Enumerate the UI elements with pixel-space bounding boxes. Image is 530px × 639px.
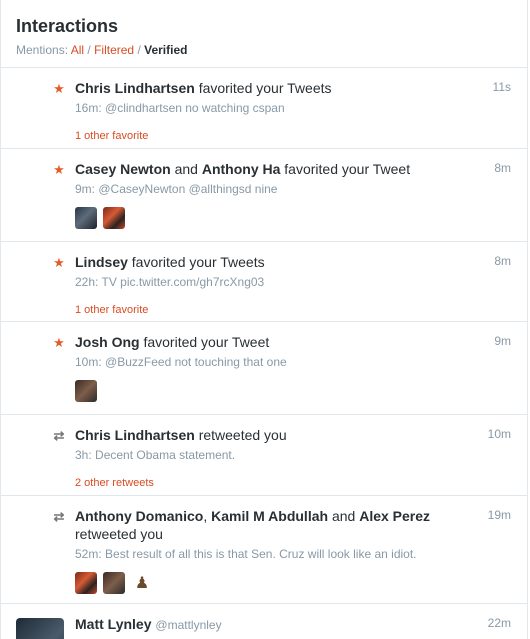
user-name-link[interactable]: Chris Lindhartsen <box>75 427 195 443</box>
timestamp[interactable]: 22m <box>488 616 511 630</box>
timestamp[interactable]: 8m <box>494 254 511 268</box>
timestamp[interactable]: 8m <box>494 161 511 175</box>
avatar[interactable] <box>16 618 64 639</box>
other-retweets-link[interactable]: 2 other retweets <box>75 477 511 489</box>
filter-separator: / <box>87 43 91 57</box>
tweet-time: 16m: <box>75 101 102 115</box>
interaction-headline: Lindsey favorited your Tweets <box>75 242 511 271</box>
other-favorites-link[interactable]: 1 other favorite <box>75 130 511 142</box>
interaction-action: retweeted you <box>75 526 163 542</box>
filter-separator: / <box>137 43 141 57</box>
user-name-link[interactable]: Anthony Ha <box>202 161 281 177</box>
tweet-time: 22h: <box>75 275 99 289</box>
user-name-link[interactable]: Chris Lindhartsen <box>75 80 195 96</box>
tweet-snippet[interactable]: 22h: TV pic.twitter.com/gh7rcXng03 <box>75 274 511 290</box>
tweet-text: Decent Obama statement. <box>95 448 236 462</box>
interaction-action: favorited your Tweets <box>131 254 265 270</box>
tweet-snippet[interactable]: 16m: @clindhartsen no watching cspan <box>75 100 511 116</box>
avatar[interactable]: ♟ <box>131 572 153 594</box>
user-name-link[interactable]: Lindsey <box>75 254 128 270</box>
user-name-link[interactable]: Josh Ong <box>75 334 140 350</box>
avatar[interactable] <box>103 207 125 229</box>
interaction-action: favorited your Tweets <box>198 80 332 96</box>
mentions-label: Mentions: <box>16 43 69 57</box>
avatar[interactable] <box>75 380 97 402</box>
page-title: Interactions <box>16 16 119 36</box>
tweet-time: 10m: <box>75 355 102 369</box>
tweet-snippet[interactable]: 3h: Decent Obama statement. <box>75 447 511 463</box>
name-joiner: and <box>331 508 356 524</box>
name-separator: , <box>203 508 208 524</box>
retweet-icon: ⇄ <box>53 428 65 443</box>
timestamp[interactable]: 11s <box>493 80 511 94</box>
timestamp[interactable]: 9m <box>494 334 511 348</box>
interaction-headline: Casey Newton and Anthony Ha favorited yo… <box>75 149 511 178</box>
interaction-headline: Anthony Domanico, Kamil M Abdullah and A… <box>75 496 511 543</box>
star-icon: ★ <box>53 81 65 96</box>
tweet-time: 9m: <box>75 182 96 196</box>
tweet-time: 52m: <box>75 547 102 561</box>
interaction-item[interactable]: ⇄ 19m Anthony Domanico, Kamil M Abdullah… <box>1 496 527 604</box>
user-name-link[interactable]: Anthony Domanico <box>75 508 203 524</box>
user-name-link[interactable]: Kamil M Abdullah <box>211 508 328 524</box>
mentions-filter: Mentions: All / Filtered / Verified <box>16 43 527 57</box>
filter-all-link[interactable]: All <box>71 43 84 57</box>
user-name-link[interactable]: Casey Newton <box>75 161 171 177</box>
tweet-text: @CaseyNewton @allthingsd nine <box>98 182 278 196</box>
interaction-item[interactable]: ★ 11s Chris Lindhartsen favorited your T… <box>1 68 527 149</box>
name-joiner: and <box>174 161 198 177</box>
avatar[interactable] <box>103 572 125 594</box>
avatar-row <box>75 380 511 402</box>
avatar-row: ♟ <box>75 572 511 594</box>
interaction-item[interactable]: ★ 9m Josh Ong favorited your Tweet 10m: … <box>1 322 527 415</box>
retweet-icon: ⇄ <box>53 509 65 524</box>
tweet-text: @clindhartsen no watching cspan <box>105 101 285 115</box>
avatar-row <box>75 207 511 229</box>
tweet-time: 3h: <box>75 448 92 462</box>
interaction-headline: Chris Lindhartsen favorited your Tweets <box>75 68 511 97</box>
other-favorites-link[interactable]: 1 other favorite <box>75 304 511 316</box>
timestamp[interactable]: 10m <box>488 427 511 441</box>
user-name-link[interactable]: Alex Perez <box>359 508 430 524</box>
tweet-header: Matt Lynley @mattlynley <box>75 604 511 634</box>
interaction-action: retweeted you <box>198 427 287 443</box>
interaction-item[interactable]: ⇄ 10m Chris Lindhartsen retweeted you 3h… <box>1 415 527 496</box>
filter-filtered-link[interactable]: Filtered <box>94 43 134 57</box>
avatar[interactable] <box>75 572 97 594</box>
tweet-item[interactable]: 22m Matt Lynley @mattlynley <box>1 604 527 639</box>
user-name-link[interactable]: Matt Lynley <box>75 616 152 632</box>
star-icon: ★ <box>53 255 65 270</box>
interaction-headline: Josh Ong favorited your Tweet <box>75 322 511 351</box>
timestamp[interactable]: 19m <box>488 508 511 522</box>
interaction-action: favorited your Tweet <box>284 161 411 177</box>
user-handle[interactable]: @mattlynley <box>155 618 221 632</box>
tweet-text: @BuzzFeed not touching that one <box>105 355 287 369</box>
avatar[interactable] <box>75 207 97 229</box>
tweet-text: TV pic.twitter.com/gh7rcXng03 <box>101 275 265 289</box>
tweet-snippet[interactable]: 52m: Best result of all this is that Sen… <box>75 546 511 562</box>
tweet-snippet[interactable]: 10m: @BuzzFeed not touching that one <box>75 354 511 370</box>
star-icon: ★ <box>53 335 65 350</box>
interaction-item[interactable]: ★ 8m Lindsey favorited your Tweets 22h: … <box>1 242 527 322</box>
interaction-item[interactable]: ★ 8m Casey Newton and Anthony Ha favorit… <box>1 149 527 242</box>
star-icon: ★ <box>53 162 65 177</box>
interactions-header: Interactions Mentions: All / Filtered / … <box>1 0 527 68</box>
filter-verified-link[interactable]: Verified <box>144 43 187 57</box>
interactions-panel: Interactions Mentions: All / Filtered / … <box>0 0 528 639</box>
interaction-action: favorited your Tweet <box>143 334 270 350</box>
tweet-snippet[interactable]: 9m: @CaseyNewton @allthingsd nine <box>75 181 511 197</box>
interaction-headline: Chris Lindhartsen retweeted you <box>75 415 511 444</box>
tweet-text: Best result of all this is that Sen. Cru… <box>105 547 417 561</box>
